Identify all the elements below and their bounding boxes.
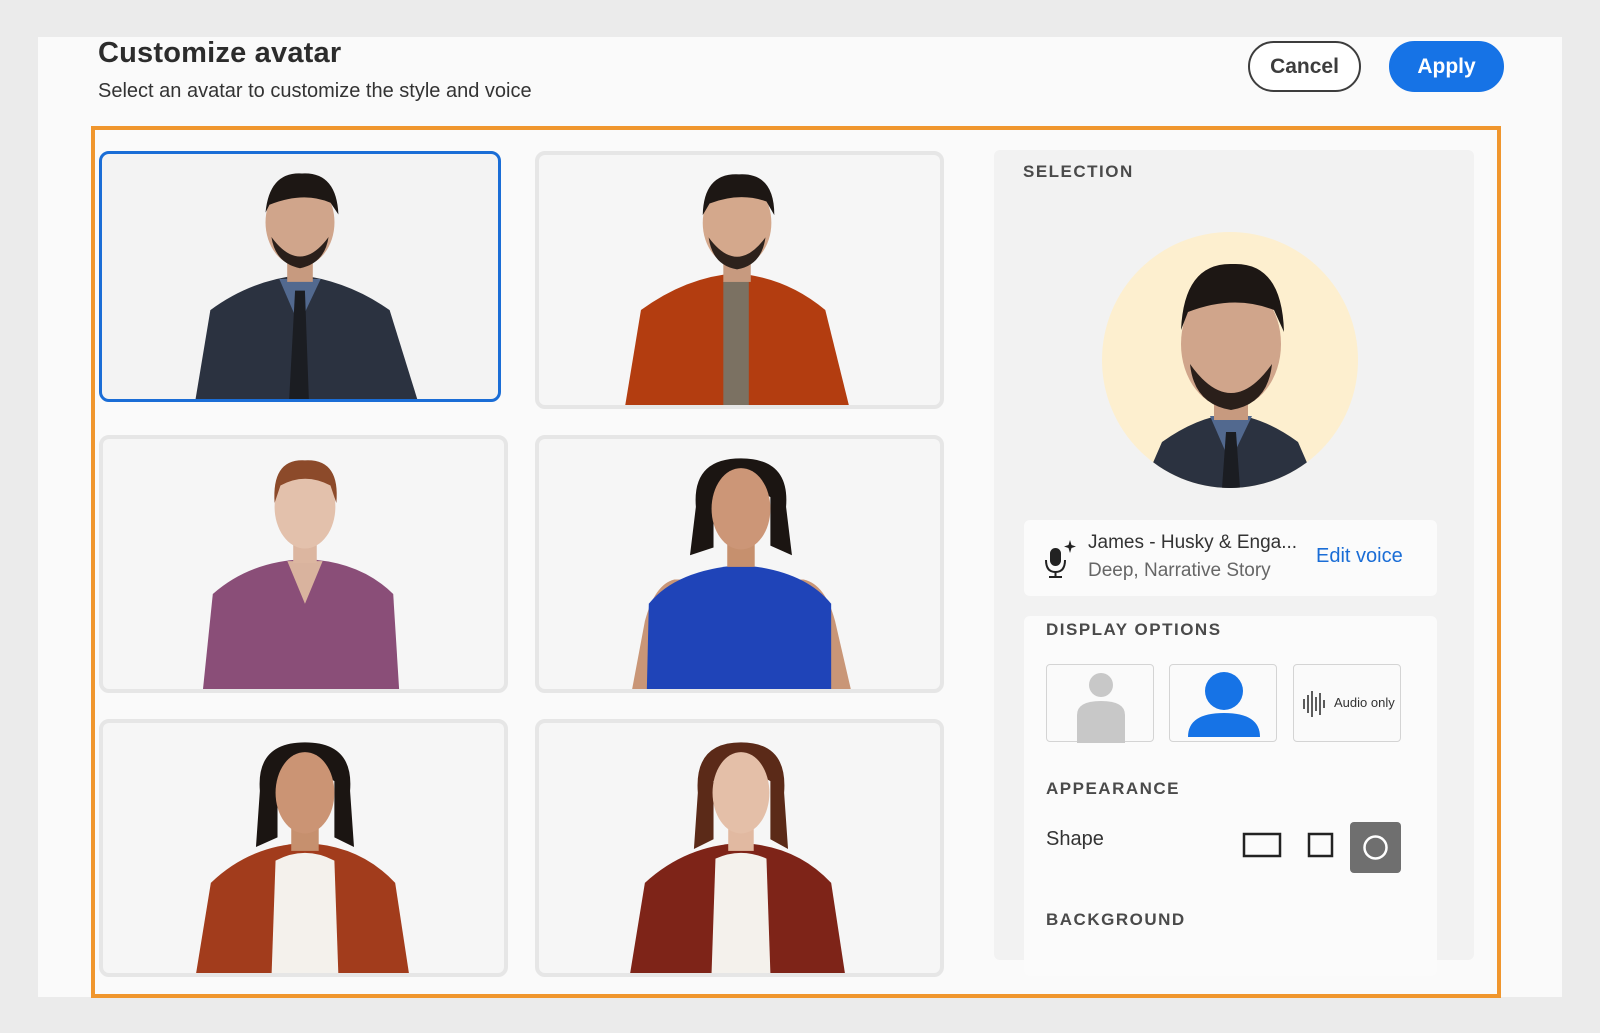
avatar-silhouette-icon [1077, 673, 1125, 743]
cancel-button[interactable]: Cancel [1248, 41, 1361, 92]
selection-label: SELECTION [1023, 162, 1134, 181]
customize-avatar-dialog: Customize avatar Select an avatar to cus… [38, 37, 1562, 997]
shape-square-button[interactable] [1306, 830, 1336, 860]
avatar-card-man-orange-shirt[interactable] [535, 151, 944, 409]
shape-rectangle-button[interactable] [1242, 830, 1282, 860]
avatar-man-suit-image [195, 173, 418, 399]
voice-name: James - Husky & Enga... [1088, 532, 1298, 553]
avatar-woman-red-blazer-image [630, 742, 845, 973]
avatar-card-woman-red-blazer[interactable] [535, 719, 944, 977]
selected-avatar-preview [1102, 232, 1358, 488]
avatar-woman-rust-image [196, 742, 409, 973]
display-option-silhouette[interactable] [1046, 664, 1154, 743]
circle-icon [1363, 835, 1388, 860]
dialog-subtitle: Select an avatar to customize the style … [98, 80, 532, 102]
audio-only-label: Audio only [1334, 695, 1395, 710]
mic-sparkle-icon [1045, 540, 1076, 578]
avatar-woman-blue-image [632, 458, 851, 689]
edit-voice-link[interactable]: Edit voice [1316, 545, 1403, 568]
dialog-title: Customize avatar [98, 37, 342, 69]
square-icon [1307, 832, 1334, 858]
avatar-person-icon [1188, 672, 1260, 737]
display-option-audio-only[interactable]: Audio only [1293, 664, 1401, 742]
avatar-card-woman-blue[interactable] [535, 435, 944, 693]
selected-avatar-image [1142, 263, 1318, 488]
display-option-person[interactable] [1169, 664, 1277, 742]
rectangle-icon [1242, 832, 1282, 858]
avatar-card-man-suit[interactable] [99, 151, 501, 402]
shape-circle-button[interactable] [1350, 822, 1401, 873]
avatar-woman-purple-image [203, 460, 400, 689]
voice-card: James - Husky & Enga... Deep, Narrative … [1024, 520, 1437, 596]
avatar-man-orange-image [625, 174, 849, 405]
apply-button[interactable]: Apply [1389, 41, 1504, 92]
voice-description: Deep, Narrative Story [1088, 560, 1271, 581]
shape-label: Shape [1046, 828, 1104, 850]
background-label: BACKGROUND [1046, 910, 1186, 929]
avatar-card-woman-rust[interactable] [99, 719, 508, 977]
avatar-card-woman-purple[interactable] [99, 435, 508, 693]
selection-panel: SELECTION James - Husky & Enga... Deep, … [994, 150, 1474, 976]
options-card: DISPLAY OPTIONS Audio only APPEARANCE Sh… [1024, 616, 1437, 976]
display-options-label: DISPLAY OPTIONS [1046, 620, 1222, 639]
appearance-label: APPEARANCE [1046, 779, 1181, 798]
